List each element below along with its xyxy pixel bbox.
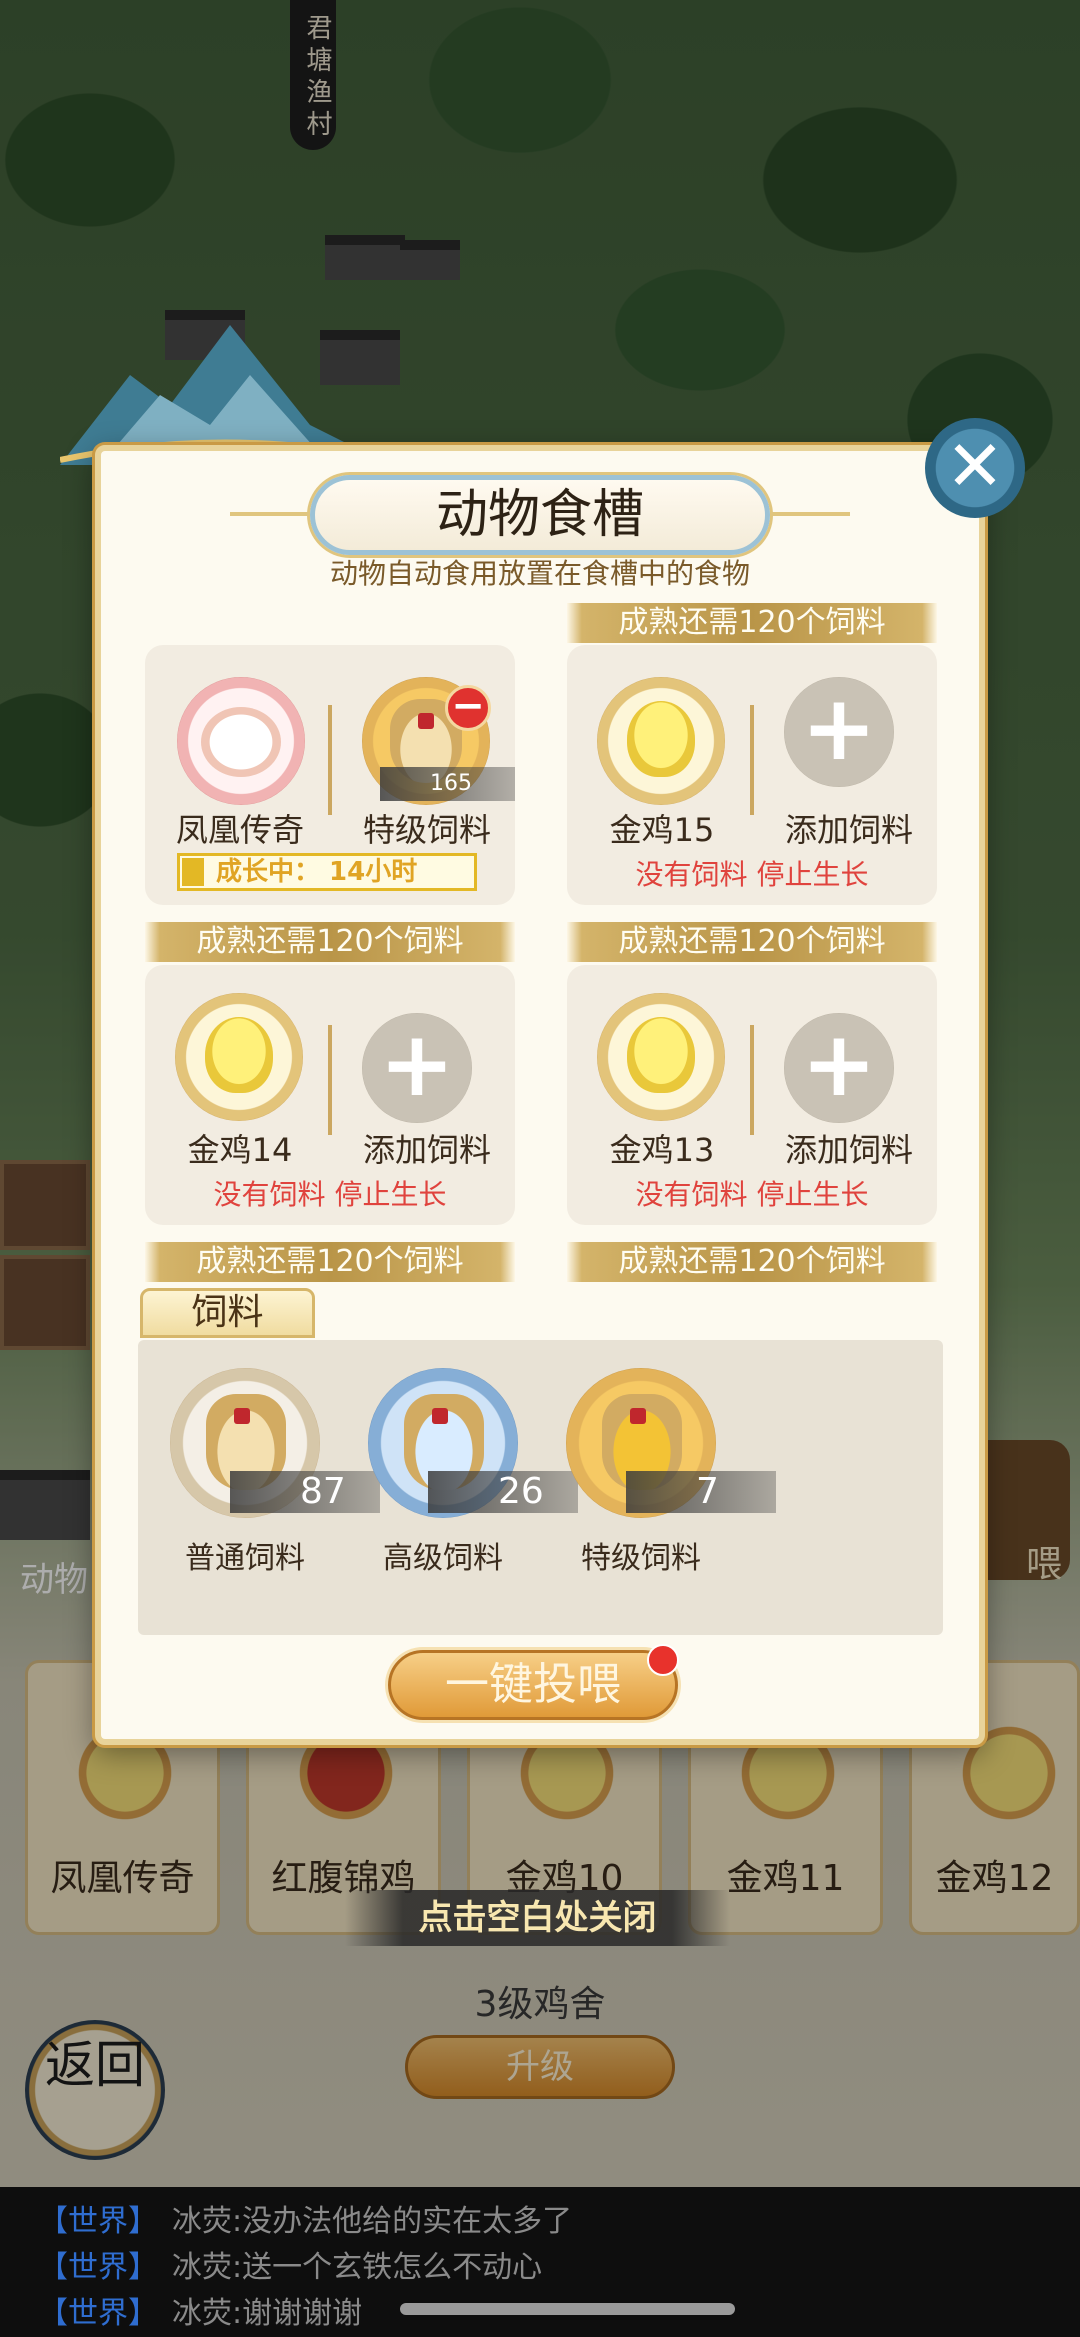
no-feed-warning: 没有饲料 停止生长 xyxy=(635,858,869,891)
add-feed-button[interactable]: + xyxy=(362,1013,472,1123)
growth-progress xyxy=(182,858,204,886)
animal-name: 金鸡15 xyxy=(609,811,715,849)
chat-channel: 【世界】 xyxy=(38,2250,158,2285)
no-feed-warning: 没有饲料 停止生长 xyxy=(635,1178,869,1211)
slot-divider xyxy=(328,705,332,815)
home-indicator[interactable] xyxy=(400,2303,735,2315)
add-feed-button[interactable]: + xyxy=(784,1013,894,1123)
feed-label: 高级饲料 xyxy=(383,1541,503,1576)
chat-message: 没办法他给的实在太多了 xyxy=(242,2204,573,2239)
animal-name: 金鸡13 xyxy=(609,1131,715,1169)
dialog-subtitle: 动物自动食用放置在食槽中的食物 xyxy=(329,557,750,590)
trough-slot: 165 − 凤凰传奇 特级饲料 成长中： 14小时 xyxy=(145,645,515,905)
trough-slot: + 金鸡14 添加饲料 没有饲料 停止生长 xyxy=(145,965,515,1225)
slot-divider xyxy=(750,1025,754,1135)
feed-item-advanced[interactable]: 26 高级饲料 xyxy=(343,1368,578,1578)
feed-label: 添加饲料 xyxy=(784,1131,913,1169)
feed-count: 7 xyxy=(626,1471,776,1513)
golden-chick-icon xyxy=(627,1017,695,1093)
animal-name: 凤凰传奇 xyxy=(175,811,304,849)
close-hint: 点击空白处关闭 xyxy=(345,1890,730,1946)
add-feed-button[interactable]: + xyxy=(784,677,894,787)
maturity-ribbon: 成熟还需120个饲料 xyxy=(567,922,937,962)
feed-label: 添加饲料 xyxy=(362,1131,491,1169)
feed-label: 特级饲料 xyxy=(581,1541,701,1576)
world-chat[interactable]: 【世界】 冰荧:没办法他给的实在太多了 【世界】 冰荧:送一个玄铁怎么不动心 【世界… xyxy=(0,2187,1080,2337)
maturity-ribbon: 成熟还需120个饲料 xyxy=(567,1242,937,1282)
mountain-ornament xyxy=(60,325,390,465)
maturity-ribbon: 成熟还需120个饲料 xyxy=(567,603,937,643)
chat-message: 谢谢谢谢 xyxy=(242,2296,363,2331)
no-feed-warning: 没有饲料 停止生长 xyxy=(213,1178,447,1211)
animal-portrait[interactable] xyxy=(597,993,725,1121)
feed-label: 普通饲料 xyxy=(185,1541,305,1576)
feed-item-special[interactable]: 7 特级饲料 xyxy=(541,1368,776,1578)
close-icon[interactable]: ✕ xyxy=(925,418,1025,518)
golden-chick-icon xyxy=(205,1017,273,1093)
remove-feed-button[interactable]: − xyxy=(445,685,491,731)
chat-message: 送一个玄铁怎么不动心 xyxy=(242,2250,543,2285)
chat-user: 冰荧: xyxy=(172,2250,243,2285)
feed-all-button[interactable]: 一键投喂 xyxy=(388,1650,678,1720)
maturity-ribbon: 成熟还需120个饲料 xyxy=(145,922,515,962)
animal-portrait[interactable] xyxy=(597,677,725,805)
title-ornament xyxy=(770,512,850,516)
golden-chick-icon xyxy=(627,701,695,777)
dialog-title: 动物食槽 xyxy=(310,475,770,555)
phoenix-icon xyxy=(201,707,281,777)
growth-status: 成长中： 14小时 xyxy=(177,853,477,891)
feed-tab: 饲料 xyxy=(140,1288,315,1338)
title-ornament xyxy=(230,512,310,516)
chat-line: 【世界】 冰荧:送一个玄铁怎么不动心 xyxy=(38,2245,1080,2291)
slot-divider xyxy=(750,705,754,815)
animal-name: 金鸡14 xyxy=(187,1131,293,1169)
animal-portrait[interactable] xyxy=(175,993,303,1121)
feed-count: 165 xyxy=(380,767,515,801)
chat-line: 【世界】 冰荧:没办法他给的实在太多了 xyxy=(38,2199,1080,2245)
trough-slot: + 金鸡15 添加饲料 没有饲料 停止生长 xyxy=(567,645,937,905)
chat-user: 冰荧: xyxy=(172,2296,243,2331)
slot-divider xyxy=(328,1025,332,1135)
feed-label: 添加饲料 xyxy=(784,811,913,849)
trough-slot: + 金鸡13 添加饲料 没有饲料 停止生长 xyxy=(567,965,937,1225)
feed-label: 特级饲料 xyxy=(362,811,491,849)
chat-user: 冰荧: xyxy=(172,2204,243,2239)
chat-channel: 【世界】 xyxy=(38,2204,158,2239)
chat-channel: 【世界】 xyxy=(38,2296,158,2331)
growth-status-text: 成长中： 14小时 xyxy=(216,857,418,887)
feed-item-common[interactable]: 87 普通饲料 xyxy=(145,1368,380,1578)
maturity-ribbon: 成熟还需120个饲料 xyxy=(145,1242,515,1282)
animal-portrait[interactable] xyxy=(177,677,305,805)
notification-dot xyxy=(647,1644,679,1676)
